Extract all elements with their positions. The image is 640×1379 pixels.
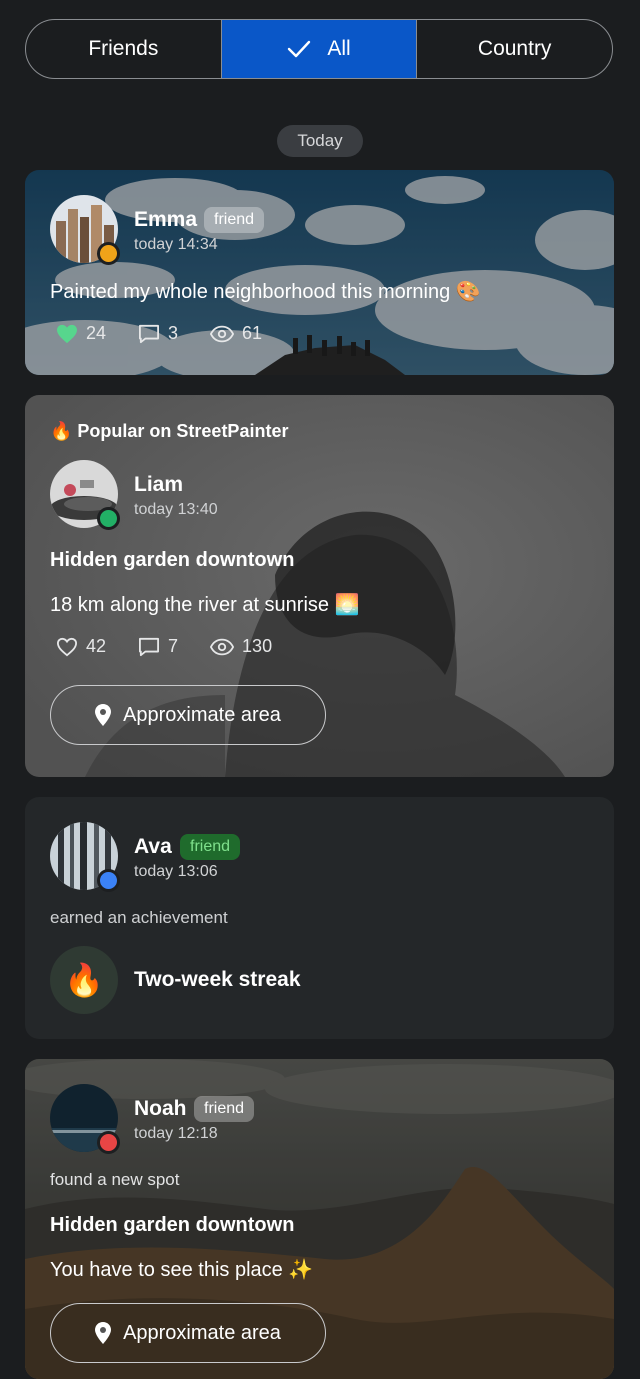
post-text: You have to see this place ✨ — [50, 1259, 314, 1281]
post-stats: 42 7 130 — [56, 636, 304, 657]
heart-outline-icon — [56, 637, 78, 656]
friend-badge: friend — [180, 834, 241, 860]
post-title: Hidden garden downtown — [50, 549, 295, 571]
post-title: Hidden garden downtown — [50, 1214, 295, 1236]
online-status-dot — [97, 242, 120, 265]
post-author-name[interactable]: Liam — [134, 473, 183, 497]
post-text: 18 km along the river at sunrise 🌅 — [50, 594, 360, 616]
approximate-area-button[interactable]: Approximate area — [50, 1303, 326, 1363]
like-button[interactable]: 42 — [56, 636, 106, 657]
tab-all-label: All — [327, 37, 351, 60]
post-timestamp: today 14:34 — [134, 236, 218, 253]
friend-badge: friend — [204, 207, 265, 233]
post-card-emma[interactable]: Emma friend today 14:34 Painted my whole… — [25, 170, 614, 375]
location-pin-icon — [95, 1322, 112, 1344]
views-stat: 130 — [210, 636, 272, 657]
tab-friends-label: Friends — [88, 37, 159, 60]
fire-icon: 🔥 — [64, 962, 104, 998]
post-text: Painted my whole neighborhood this morni… — [50, 281, 481, 303]
view-count: 61 — [242, 323, 263, 343]
like-count: 24 — [86, 323, 107, 343]
comment-button[interactable]: 3 — [138, 323, 178, 344]
post-author-name[interactable]: Ava — [134, 835, 172, 859]
post-card-liam[interactable]: 🔥 Popular on StreetPainter Liam today 13… — [25, 395, 614, 777]
approximate-area-button[interactable]: Approximate area — [50, 685, 326, 745]
like-count: 42 — [86, 636, 107, 656]
comment-icon — [139, 324, 160, 343]
feed-filter-segmented-control: Friends All Country — [25, 19, 613, 79]
post-stats: 24 3 61 — [56, 323, 294, 344]
location-pin-icon — [95, 704, 112, 726]
post-author-name[interactable]: Noah — [134, 1097, 187, 1121]
post-card-noah[interactable]: Noah friend today 12:18 found a new spot… — [25, 1059, 614, 1379]
activity-text: found a new spot — [50, 1170, 180, 1189]
online-status-dot — [97, 1131, 120, 1154]
online-status-dot — [97, 507, 120, 530]
post-timestamp: today 13:06 — [134, 863, 218, 880]
views-stat: 61 — [210, 323, 262, 344]
online-status-dot — [97, 869, 120, 892]
post-timestamp: today 13:40 — [134, 501, 218, 518]
check-icon — [288, 40, 311, 58]
view-count: 130 — [242, 636, 273, 656]
like-button[interactable]: 24 — [56, 323, 106, 344]
comment-icon — [139, 637, 160, 656]
activity-text: earned an achievement — [50, 908, 228, 927]
comment-button[interactable]: 7 — [138, 636, 178, 657]
tab-all[interactable]: All — [220, 20, 417, 78]
post-author-name[interactable]: Emma — [134, 208, 197, 232]
date-section-chip: Today — [277, 125, 363, 157]
tab-country[interactable]: Country — [416, 20, 612, 78]
approximate-area-label: Approximate area — [123, 1321, 281, 1344]
tab-friends[interactable]: Friends — [26, 20, 221, 78]
eye-icon — [210, 325, 235, 342]
heart-filled-icon — [57, 324, 77, 343]
achievement-title: Two-week streak — [134, 968, 301, 991]
post-card-ava[interactable]: Ava friend today 13:06 earned an achieve… — [25, 797, 614, 1039]
post-timestamp: today 12:18 — [134, 1125, 218, 1142]
comment-count: 7 — [168, 636, 179, 656]
approximate-area-label: Approximate area — [123, 703, 281, 726]
achievement-icon-circle: 🔥 — [50, 946, 118, 1014]
friend-badge: friend — [194, 1096, 255, 1122]
tab-country-label: Country — [477, 37, 552, 60]
comment-count: 3 — [168, 323, 179, 343]
popular-banner: 🔥 Popular on StreetPainter — [50, 421, 289, 441]
eye-icon — [210, 638, 235, 655]
